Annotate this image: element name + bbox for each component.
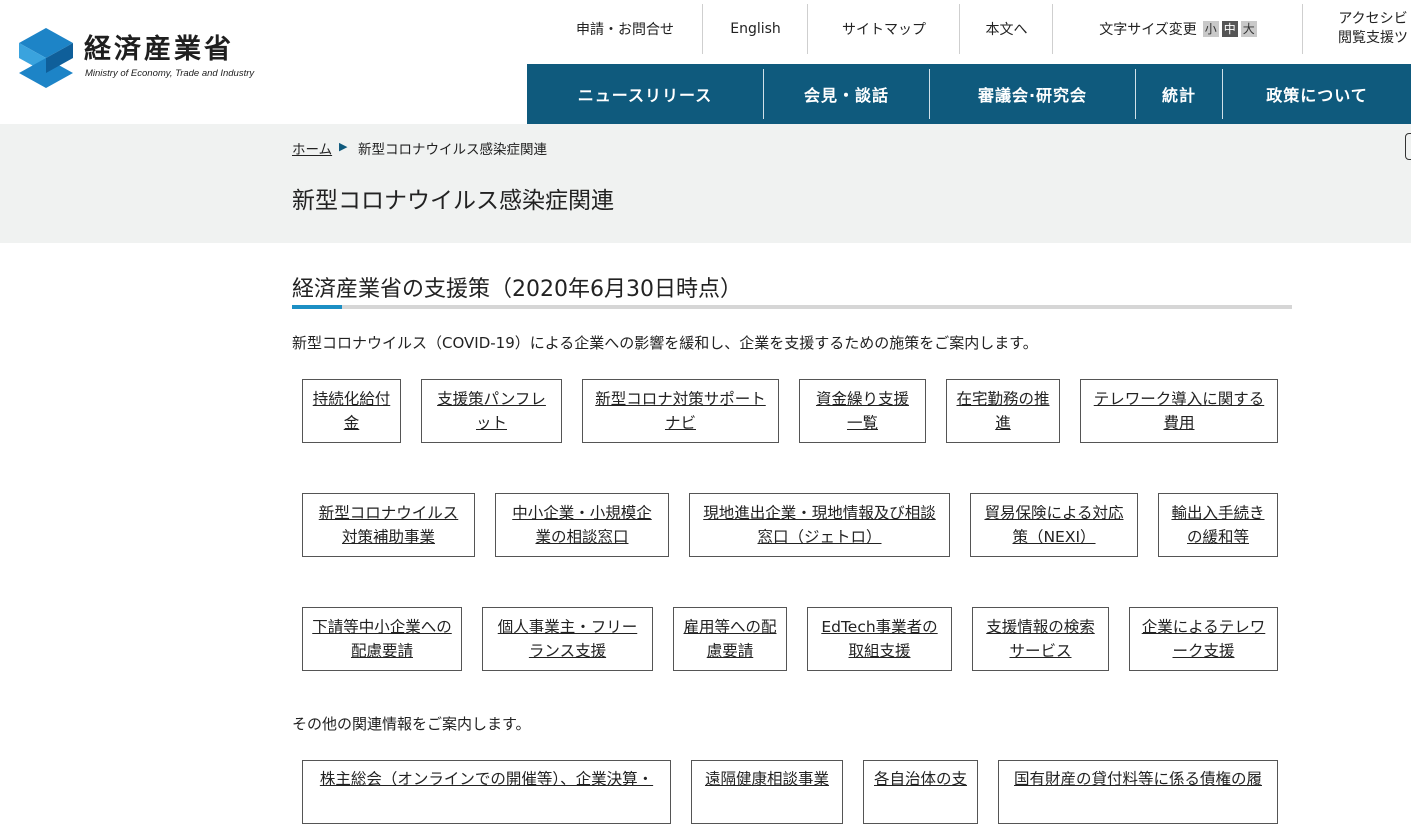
global-nav: ニュースリリース 会見・談話 審議会·研究会 統計 政策について bbox=[527, 64, 1411, 124]
support-link-pamphlet[interactable]: 支援策パンフレ ット bbox=[421, 379, 562, 443]
other-link-state-property[interactable]: 国有財産の貸付料等に係る債権の履 bbox=[998, 760, 1278, 824]
section-intro: 新型コロナウイルス（COVID-19）による企業への影響を緩和し、企業を支援する… bbox=[292, 334, 1038, 352]
font-size-medium-button[interactable]: 中 bbox=[1221, 21, 1238, 37]
support-link-sme-consultation[interactable]: 中小企業・小規模企 業の相談窓口 bbox=[495, 493, 669, 557]
nav-news-release[interactable]: ニュースリリース bbox=[527, 64, 763, 124]
support-link-freelance[interactable]: 個人事業主・フリー ランス支援 bbox=[482, 607, 653, 671]
other-link-local-government[interactable]: 各自治体の支 bbox=[863, 760, 978, 824]
support-link-remote-work[interactable]: 在宅勤務の推進 bbox=[946, 379, 1060, 443]
breadcrumb-home[interactable]: ホーム bbox=[292, 138, 332, 158]
sitemap-link[interactable]: サイトマップ bbox=[807, 4, 960, 54]
support-link-jizokuka-kyufukin[interactable]: 持続化給付金 bbox=[302, 379, 401, 443]
band-side-button[interactable] bbox=[1405, 133, 1411, 160]
font-size-label: 文字サイズ変更 bbox=[1099, 22, 1197, 38]
meti-logo-icon[interactable] bbox=[19, 28, 73, 88]
section-title: 経済産業省の支援策（2020年6月30日時点） bbox=[292, 277, 742, 302]
support-link-nexi[interactable]: 貿易保険による対応 策（NEXI） bbox=[970, 493, 1138, 557]
support-link-telework-cost[interactable]: テレワーク導入に関する 費用 bbox=[1080, 379, 1278, 443]
nav-statistics[interactable]: 統計 bbox=[1136, 64, 1222, 124]
accessibility-line1: アクセシビ bbox=[1338, 11, 1408, 27]
accessibility-tool-link[interactable]: アクセシビ 閲覧支援ツ bbox=[1338, 10, 1408, 48]
nav-press-conference[interactable]: 会見・談話 bbox=[764, 64, 929, 124]
logo-english[interactable]: Ministry of Economy, Trade and Industry bbox=[85, 68, 254, 79]
support-link-subsidy-project[interactable]: 新型コロナウイルス 対策補助事業 bbox=[302, 493, 475, 557]
font-size-control: 文字サイズ変更 小 中 大 bbox=[1052, 4, 1303, 54]
support-link-import-export[interactable]: 輸出入手続き の緩和等 bbox=[1158, 493, 1278, 557]
title-band bbox=[0, 124, 1411, 243]
contact-link[interactable]: 申請・お問合せ bbox=[548, 4, 702, 54]
other-info-intro: その他の関連情報をご案内します。 bbox=[292, 715, 531, 733]
support-link-corporate-telework[interactable]: 企業によるテレワ ーク支援 bbox=[1129, 607, 1278, 671]
support-link-edtech[interactable]: EdTech事業者の 取組支援 bbox=[807, 607, 952, 671]
breadcrumb-arrow-icon: ▶ bbox=[339, 140, 348, 153]
support-link-search-service[interactable]: 支援情報の検索 サービス bbox=[972, 607, 1109, 671]
skip-to-content-link[interactable]: 本文へ bbox=[959, 4, 1053, 54]
english-link[interactable]: English bbox=[702, 4, 808, 54]
support-link-corona-navi[interactable]: 新型コロナ対策サポート ナビ bbox=[582, 379, 779, 443]
support-link-subcontractor[interactable]: 下請等中小企業への 配慮要請 bbox=[302, 607, 462, 671]
support-link-financing[interactable]: 資金繰り支援 一覧 bbox=[799, 379, 926, 443]
nav-policies[interactable]: 政策について bbox=[1223, 64, 1411, 124]
section-rule-accent bbox=[292, 305, 342, 309]
breadcrumb-current: 新型コロナウイルス感染症関連 bbox=[358, 142, 547, 158]
support-link-jetro[interactable]: 現地進出企業・現地情報及び相談 窓口（ジェトロ） bbox=[689, 493, 950, 557]
logo-japanese[interactable]: 経済産業省 bbox=[84, 36, 234, 63]
accessibility-line2: 閲覧支援ツ bbox=[1338, 30, 1408, 46]
font-size-small-button[interactable]: 小 bbox=[1202, 21, 1219, 37]
font-size-large-button[interactable]: 大 bbox=[1240, 21, 1257, 37]
other-link-shareholder-meeting[interactable]: 株主総会（オンラインでの開催等）、企業決算・ bbox=[302, 760, 671, 824]
other-link-remote-health[interactable]: 遠隔健康相談事業 bbox=[691, 760, 843, 824]
nav-councils[interactable]: 審議会·研究会 bbox=[930, 64, 1135, 124]
page-title: 新型コロナウイルス感染症関連 bbox=[292, 188, 614, 214]
support-link-employment[interactable]: 雇用等への配 慮要請 bbox=[673, 607, 787, 671]
section-rule bbox=[292, 305, 1292, 309]
